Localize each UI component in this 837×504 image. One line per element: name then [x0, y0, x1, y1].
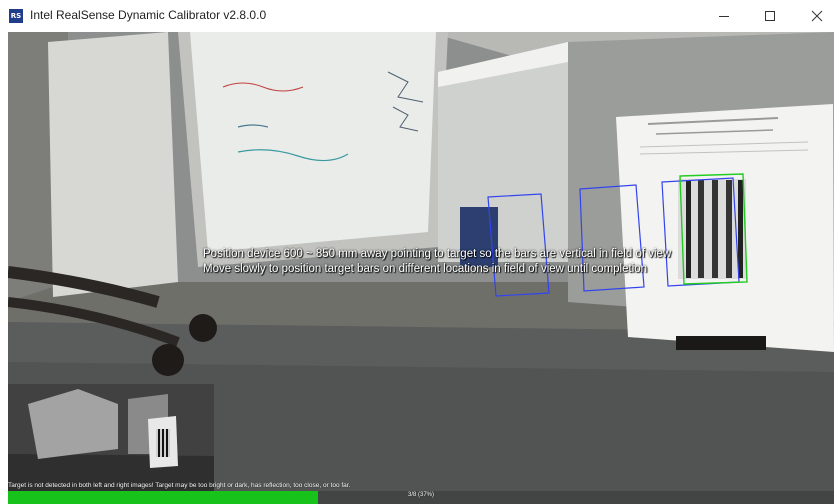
calibration-progress-bar: 3/8 (37%) [8, 491, 834, 504]
detection-status-message: Target is not detected in both left and … [8, 482, 351, 489]
window-titlebar[interactable]: RS Intel RealSense Dynamic Calibrator v2… [0, 0, 837, 32]
close-icon [811, 10, 823, 22]
instruction-line-2: Move slowly to position target bars on d… [203, 263, 648, 275]
camera-viewport: Position device 600 ~ 850 mm away pointi… [8, 32, 834, 504]
minimize-icon [719, 16, 729, 17]
window-title: Intel RealSense Dynamic Calibrator v2.8.… [30, 8, 267, 22]
app-icon: RS [9, 9, 23, 23]
maximize-button[interactable] [750, 0, 790, 32]
instruction-line-1: Position device 600 ~ 850 mm away pointi… [203, 248, 672, 260]
close-button[interactable] [797, 0, 837, 32]
minimize-button[interactable] [704, 0, 744, 32]
maximize-icon [765, 11, 775, 21]
calibration-progress-label: 3/8 (37%) [407, 492, 434, 498]
